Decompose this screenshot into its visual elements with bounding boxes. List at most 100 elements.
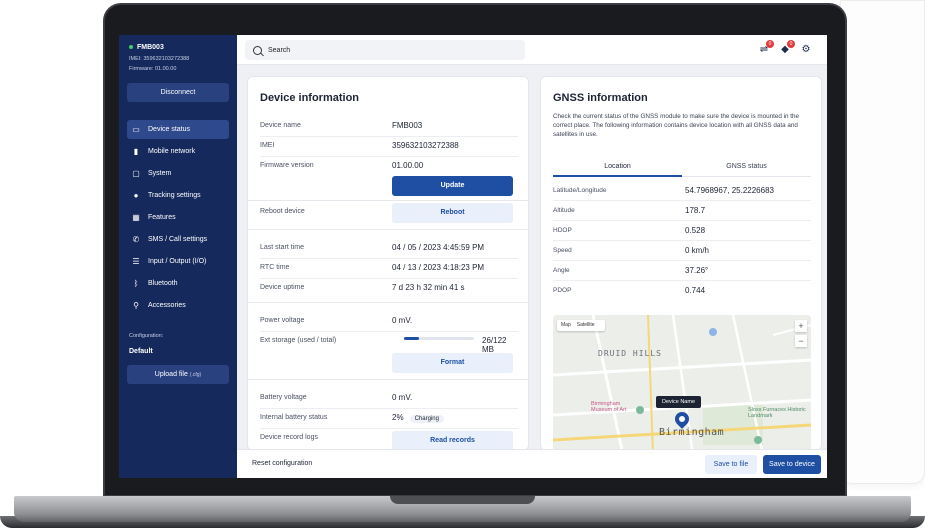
gnss-row-value: 37.26° (685, 266, 709, 275)
gnss-row-value: 178.7 (685, 206, 706, 215)
map-label-sloss: Sloss Furnaces Historic Landmark (748, 407, 806, 419)
gnss-information-title: GNSS information (553, 92, 648, 104)
sidebar-item-features[interactable]: ▦ Features (127, 208, 229, 227)
update-button[interactable]: Update (392, 176, 513, 196)
sidebar-item-input-output[interactable]: ☰ Input / Output (I/O) (127, 252, 229, 271)
gnss-description: Check the current status of the GNSS mod… (553, 113, 800, 138)
tab-gnss-status[interactable]: GNSS status (682, 159, 811, 177)
sidebar-item-bluetooth[interactable]: ᛒ Bluetooth (127, 274, 229, 293)
gnss-row-latlon: Latitude/Longitude 54.7968967, 25.2226683 (553, 181, 811, 201)
alerts-icon[interactable]: ◆ 0 (778, 40, 795, 57)
save-to-device-button[interactable]: Save to device (763, 455, 821, 474)
save-to-file-button[interactable]: Save to file (705, 455, 757, 474)
tab-location[interactable]: Location (553, 159, 682, 177)
map-label-druid-hills: DRUID HILLS (598, 349, 662, 358)
power-voltage-label: Power voltage (260, 317, 305, 324)
uptime-label: Device uptime (260, 284, 305, 291)
device-name-label: Device name (260, 122, 301, 129)
read-records-button[interactable]: Read records (392, 431, 513, 450)
storage-value: 26/122 MB (482, 336, 507, 354)
sidebar-item-label: Tracking settings (148, 192, 201, 199)
divider (248, 379, 528, 380)
rtc-row: RTC time 04 / 13 / 2023 4:18:23 PM (260, 259, 518, 279)
configuration-label: Configuration: (129, 333, 164, 339)
zoom-out-button[interactable]: − (795, 335, 807, 347)
gnss-row-value: 54.7968967, 25.2226683 (685, 186, 774, 195)
device-pin-label: Device Name (656, 396, 702, 408)
map-type-control[interactable]: Map Satellite (557, 320, 605, 331)
system-icon: ▢ (132, 169, 140, 178)
storage-label: Ext storage (used / total) (260, 337, 337, 344)
storage-row: Ext storage (used / total) 26/122 MB (260, 332, 518, 354)
sidebar-item-accessories[interactable]: ⚲ Accessories (127, 296, 229, 315)
sidebar-item-label: Input / Output (I/O) (148, 258, 207, 265)
uptime-row: Device uptime 7 d 23 h 32 min 41 s (260, 279, 518, 299)
gnss-row-label: Speed (553, 247, 572, 254)
sidebar-item-sms-call[interactable]: ✆ SMS / Call settings (127, 230, 229, 249)
reset-configuration-link[interactable]: Reset configuration (252, 460, 312, 467)
sidebar-item-mobile-network[interactable]: ▮ Mobile network (127, 142, 229, 161)
upload-file-ext: (.cfg) (189, 372, 202, 378)
storage-progress-fill (404, 337, 419, 340)
device-firmware: Firmware: 01.00.00 (129, 66, 177, 72)
gnss-row-hdop: HDOP 0.528 (553, 221, 811, 241)
storage-progress-bar (404, 337, 474, 340)
map-label-museum: Birmingham Museum of Art (591, 401, 627, 413)
sidebar-item-label: Device status (148, 126, 191, 133)
search-input[interactable]: Search (245, 40, 525, 60)
laptop-notch (390, 496, 535, 504)
format-button[interactable]: Format (392, 353, 513, 373)
sidebar-item-tracking-settings[interactable]: ● Tracking settings (127, 186, 229, 205)
search-icon (253, 45, 262, 55)
uptime-value: 7 d 23 h 32 min 41 s (392, 283, 465, 292)
last-start-row: Last start time 04 / 05 / 2023 4:45:59 PM (260, 239, 518, 259)
power-voltage-value: 0 mV. (392, 316, 413, 325)
disconnect-button[interactable]: Disconnect (127, 83, 229, 102)
notification-badge: 0 (766, 40, 774, 48)
location-pin-icon: ● (133, 191, 139, 200)
gnss-row-value: 0 km/h (685, 246, 710, 255)
stage: FMB003 IMEI: 359632103272388 Firmware: 0… (0, 0, 925, 528)
alert-badge: 0 (787, 40, 795, 48)
sidebar-item-system[interactable]: ▢ System (127, 164, 229, 183)
device-information-panel: Device information Device name FMB003 IME… (247, 76, 529, 451)
gnss-row-label: HDOP (553, 227, 572, 234)
gnss-information-panel: GNSS information Check the current statu… (540, 76, 822, 451)
upload-file-button[interactable]: Upload file (.cfg) (127, 365, 229, 384)
charging-badge: Charging (409, 415, 444, 423)
bluetooth-icon: ᛒ (133, 279, 139, 288)
phone-icon: ✆ (132, 235, 140, 244)
map-label-birmingham: Birmingham (659, 427, 725, 438)
location-map[interactable]: Map Satellite + − DRUID HILLS Birmingham … (553, 315, 811, 450)
upload-file-label: Upload file (154, 371, 188, 378)
firmware-label: Firmware version (260, 162, 314, 169)
zoom-in-button[interactable]: + (795, 320, 807, 332)
gear-icon[interactable]: ⚙ (799, 43, 813, 57)
last-start-value: 04 / 05 / 2023 4:45:59 PM (392, 243, 485, 252)
rtc-value: 04 / 13 / 2023 4:18:23 PM (392, 263, 485, 272)
gnss-row-speed: Speed 0 km/h (553, 241, 811, 261)
gnss-row-altitude: Altitude 178.7 (553, 201, 811, 221)
sidebar-item-device-status[interactable]: ▭ Device status (127, 120, 229, 139)
map-type-satellite[interactable]: Satellite (577, 322, 595, 328)
sidebar-item-label: SMS / Call settings (148, 236, 208, 243)
device-name: FMB003 (129, 44, 164, 51)
gnss-row-label: Altitude (553, 207, 575, 214)
device-information-title: Device information (260, 92, 360, 104)
internal-battery-value: 2% Charging (392, 413, 444, 423)
reboot-button[interactable]: Reboot (392, 203, 513, 223)
records-label: Device record logs (260, 434, 318, 441)
gnss-row-label: Angle (553, 267, 570, 274)
internal-battery-label: Internal battery status (260, 414, 328, 421)
io-sliders-icon: ☰ (132, 257, 140, 266)
battery-voltage-label: Battery voltage (260, 394, 307, 401)
sidebar-item-label: System (148, 170, 172, 177)
map-type-map[interactable]: Map (561, 322, 571, 328)
battery-voltage-row: Battery voltage 0 mV. (260, 389, 518, 409)
notifications-icon[interactable]: ⇌ 0 (757, 40, 774, 57)
reboot-label: Reboot device (260, 208, 305, 215)
sidebar-item-label: Bluetooth (148, 280, 178, 287)
top-bar: Search ⇌ 0 ◆ 0 ⚙ (237, 35, 827, 65)
last-start-label: Last start time (260, 244, 304, 251)
imei-row: IMEI 359632103272388 (260, 137, 518, 157)
